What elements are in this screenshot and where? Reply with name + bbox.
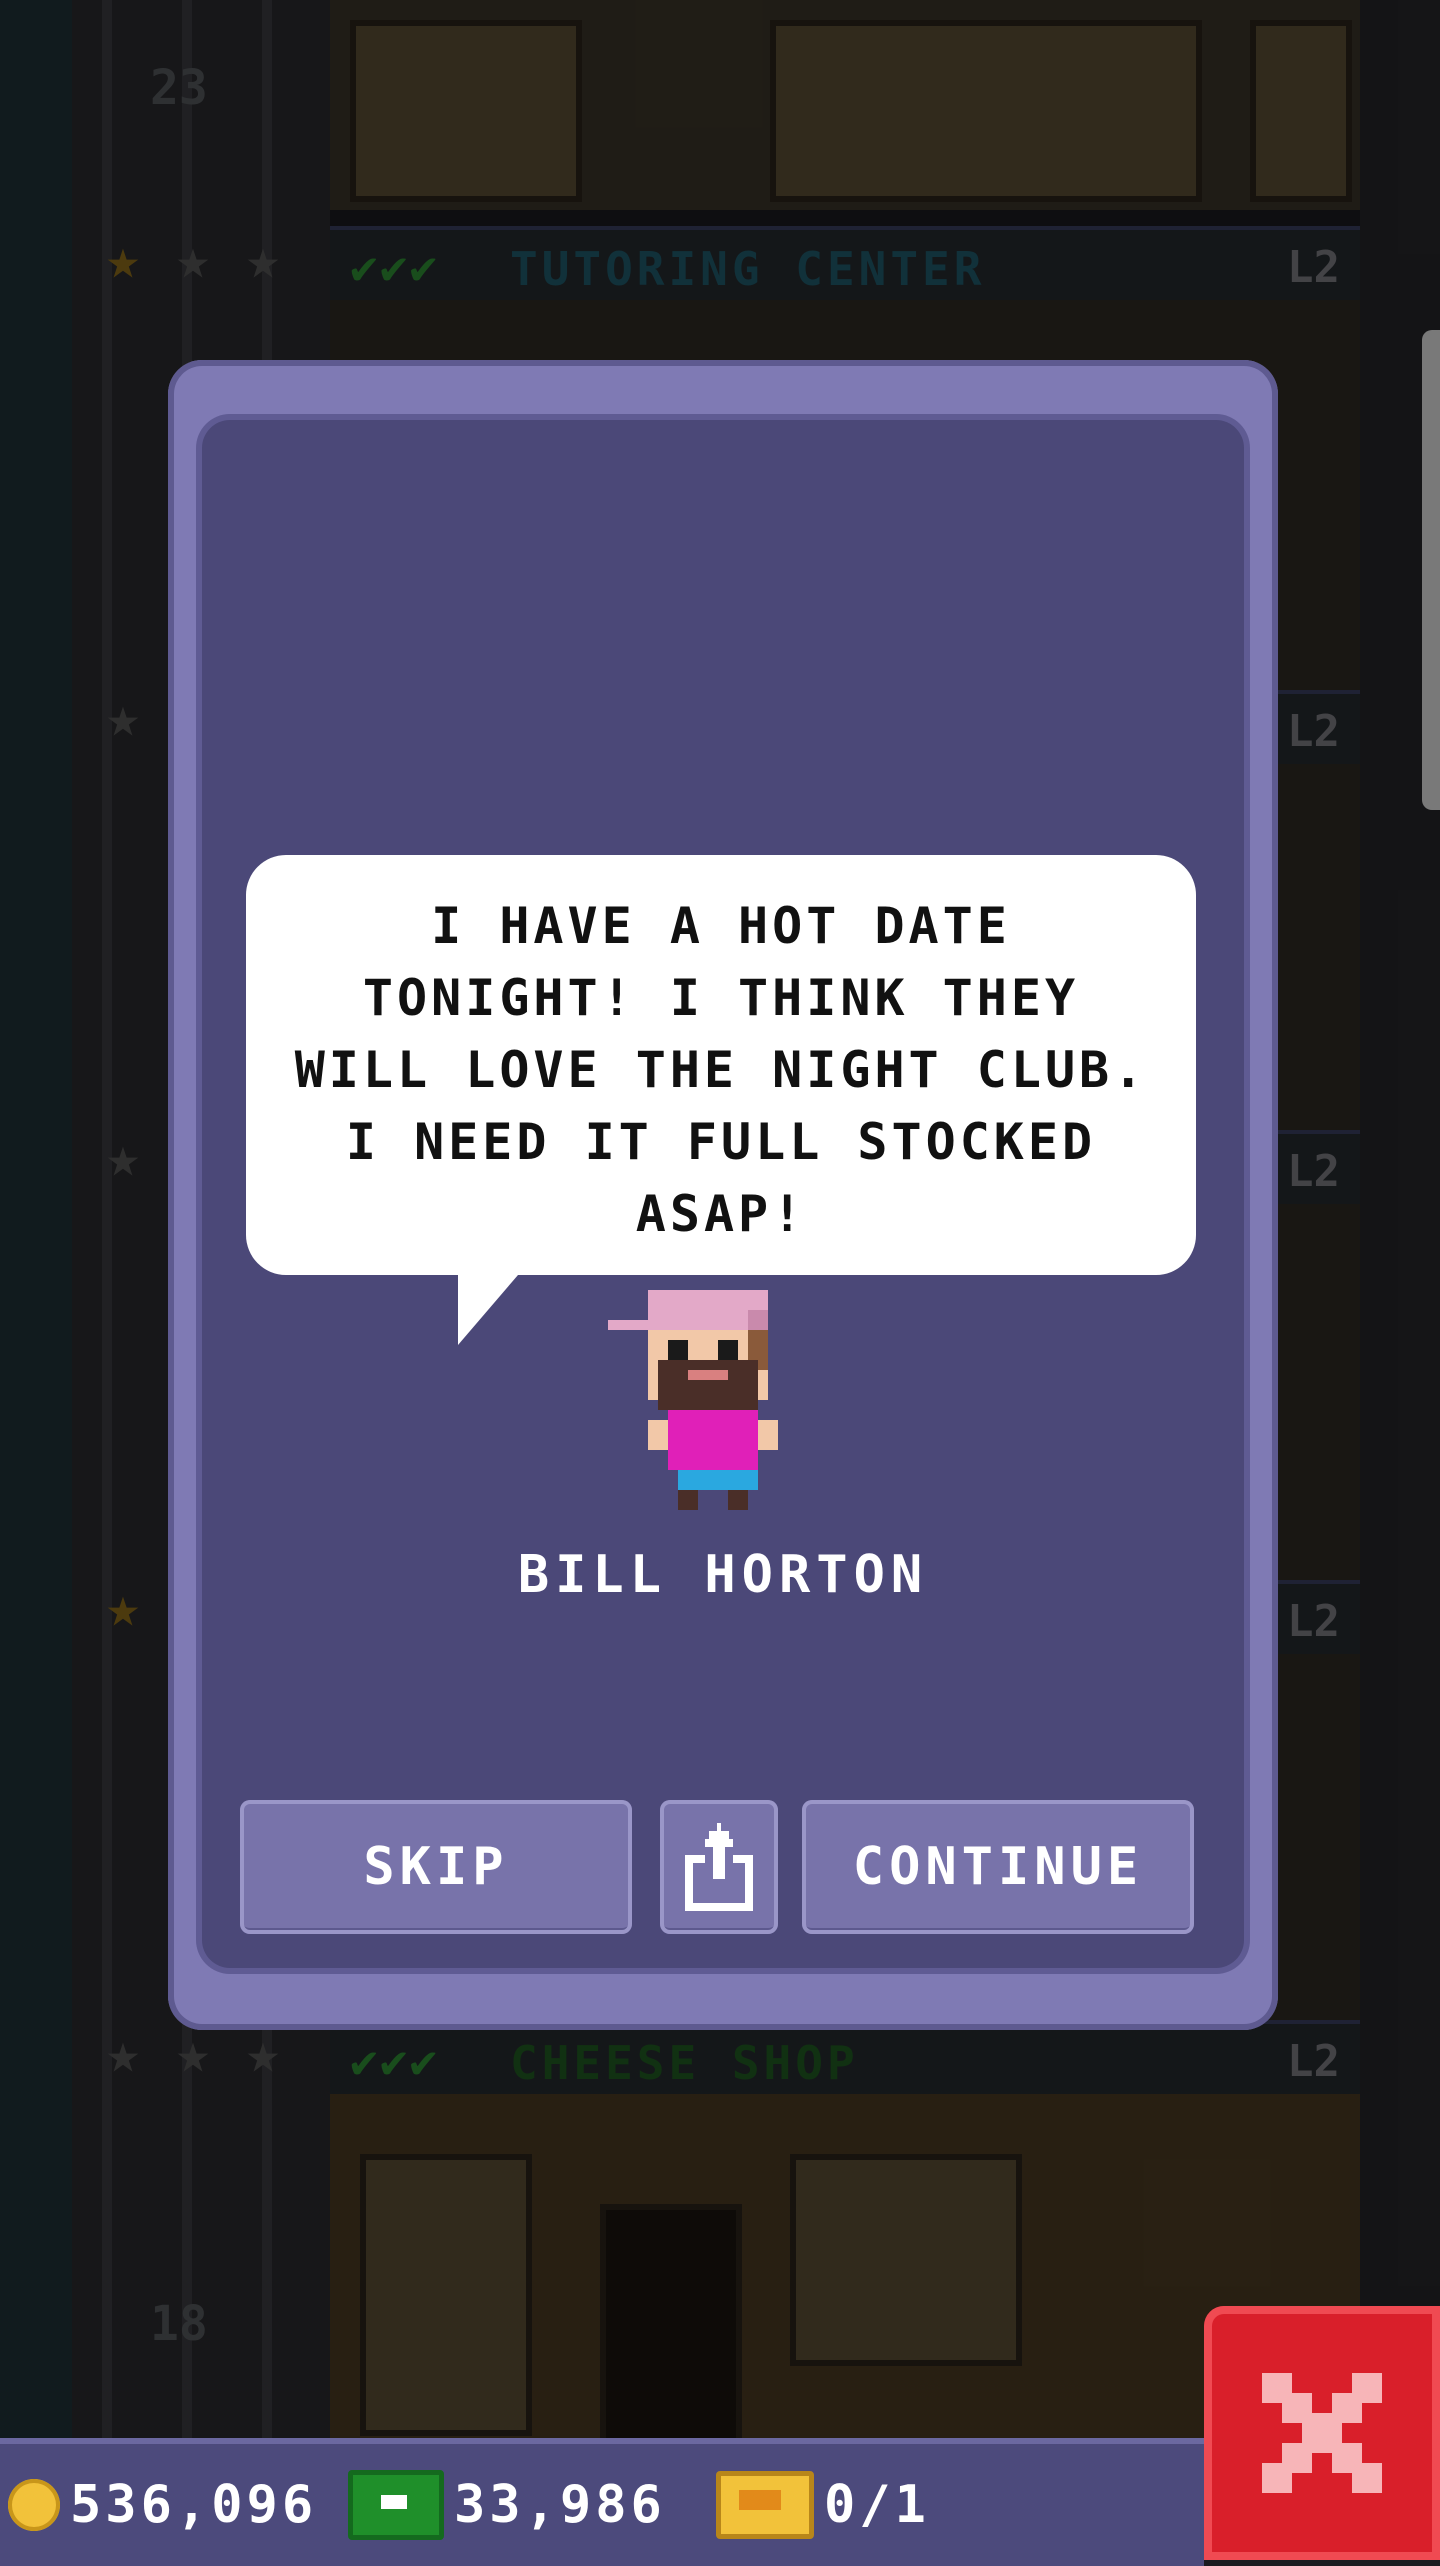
currency-bar: 536,096 33,986 0/1	[0, 2438, 1204, 2566]
coin-icon	[8, 2479, 60, 2531]
share-button[interactable]	[660, 1800, 778, 1934]
mission-dialog: I HAVE A HOT DATE TONIGHT! I THINK THEY …	[168, 360, 1278, 2030]
share-icon	[685, 1823, 753, 1911]
bux-value: 33,986	[454, 2475, 666, 2535]
continue-button-label: CONTINUE	[852, 1837, 1144, 1897]
speech-bubble-tail	[458, 1275, 518, 1345]
character-name: BILL HORTON	[517, 1545, 929, 1605]
golden-ticket-icon	[716, 2471, 814, 2539]
tickets-display[interactable]: 0/1	[716, 2470, 930, 2540]
close-icon	[1262, 2373, 1382, 2493]
skip-button[interactable]: SKIP	[240, 1800, 632, 1934]
bux-icon	[348, 2470, 444, 2540]
character-avatar	[608, 1290, 778, 1510]
coins-value: 536,096	[70, 2475, 318, 2535]
speech-text: I HAVE A HOT DATE TONIGHT! I THINK THEY …	[294, 897, 1148, 1243]
skip-button-label: SKIP	[363, 1837, 509, 1897]
coins-display[interactable]: 536,096	[8, 2470, 317, 2540]
tickets-value: 0/1	[824, 2475, 930, 2535]
bux-display[interactable]: 33,986	[348, 2470, 666, 2540]
close-button[interactable]	[1204, 2306, 1440, 2560]
continue-button[interactable]: CONTINUE	[802, 1800, 1194, 1934]
